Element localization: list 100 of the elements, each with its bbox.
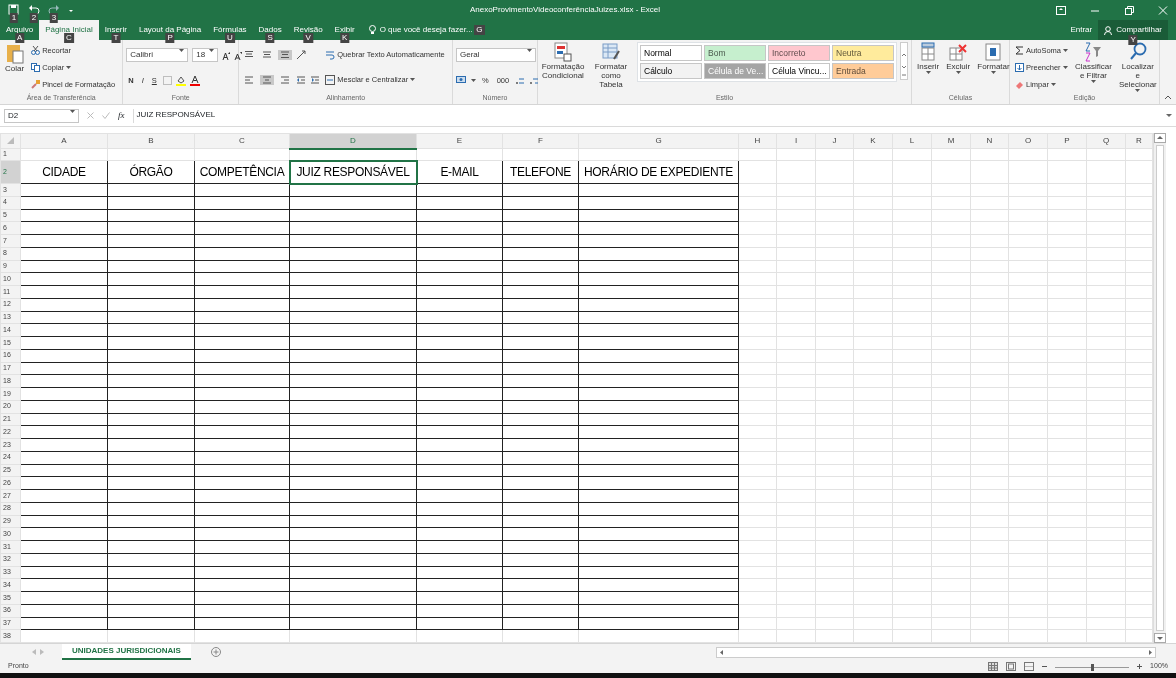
save-icon[interactable] bbox=[8, 4, 20, 16]
font-size-field[interactable]: 18 bbox=[192, 48, 219, 63]
fill-color-icon[interactable] bbox=[175, 75, 186, 86]
header-cell: CIDADE bbox=[20, 160, 108, 184]
align-center-button[interactable] bbox=[260, 75, 275, 86]
shrink-font-icon[interactable] bbox=[234, 50, 243, 60]
cell-style-item[interactable]: Célula Vincu... bbox=[768, 63, 830, 79]
window-title: AnexoProvimentoVideoconferênciaJuizes.xlsx - Excel bbox=[468, 4, 662, 16]
scroll-down-icon[interactable] bbox=[1154, 633, 1166, 643]
conditional-formatting-button[interactable]: Formatação Condicional bbox=[541, 42, 585, 93]
vertical-scrollbar[interactable] bbox=[1153, 133, 1166, 643]
number-format-field[interactable]: Geral bbox=[456, 48, 536, 63]
ribbon-options-icon[interactable] bbox=[1056, 5, 1066, 15]
header-cell: HORÁRIO DE EXPEDIENTE bbox=[578, 160, 739, 184]
expand-formula-icon[interactable] bbox=[1166, 113, 1172, 118]
zoom-out-icon[interactable] bbox=[1042, 665, 1048, 668]
insert-cells-button[interactable]: Inserir bbox=[915, 42, 942, 93]
align-bottom-button[interactable] bbox=[278, 49, 293, 60]
column-header[interactable]: B bbox=[107, 133, 195, 149]
caret-icon bbox=[955, 71, 961, 75]
caret-icon bbox=[410, 78, 416, 83]
page-break-icon[interactable] bbox=[1024, 662, 1035, 671]
header-cell: ÓRGÃO bbox=[107, 160, 195, 184]
zoom-in-icon[interactable] bbox=[1137, 664, 1143, 669]
find-select-button[interactable]: Localizar e Selecionar bbox=[1116, 42, 1159, 93]
cell-style-item[interactable]: Cálculo bbox=[640, 63, 702, 79]
wrap-text-icon bbox=[325, 49, 336, 60]
format-as-table-button[interactable]: Formatar como Tabela bbox=[588, 42, 634, 93]
search-field[interactable]: O que você deseja fazer... bbox=[379, 24, 473, 36]
grow-font-icon[interactable] bbox=[222, 50, 231, 60]
decrease-decimal-icon[interactable] bbox=[529, 76, 540, 86]
page-layout-icon[interactable] bbox=[1006, 662, 1017, 671]
delete-cells-button[interactable]: Excluir bbox=[944, 42, 973, 93]
cell-style-item[interactable]: Incorreto bbox=[768, 45, 830, 61]
column-header[interactable]: K bbox=[853, 133, 893, 149]
caret-icon bbox=[527, 49, 532, 54]
cell-style-item[interactable]: Normal bbox=[640, 45, 702, 61]
align-icon bbox=[280, 75, 291, 86]
table-format-icon bbox=[602, 42, 620, 62]
gallery-scroll-icon[interactable] bbox=[900, 42, 908, 80]
keytip: G bbox=[474, 25, 485, 35]
restore-icon[interactable] bbox=[1124, 5, 1134, 15]
caret-icon bbox=[1062, 65, 1068, 70]
cell-style-item[interactable]: Neutra bbox=[832, 45, 894, 61]
keytip: T bbox=[111, 33, 121, 43]
keytip: K bbox=[339, 33, 350, 43]
close-icon[interactable] bbox=[1158, 5, 1168, 15]
scroll-thumb[interactable] bbox=[1156, 145, 1164, 631]
column-header[interactable]: I bbox=[776, 133, 816, 149]
column-header[interactable]: Q bbox=[1086, 133, 1126, 149]
redo-icon[interactable] bbox=[48, 4, 60, 16]
collapse-ribbon-icon[interactable] bbox=[1164, 95, 1172, 100]
keytip: 2 bbox=[29, 13, 39, 23]
normal-view-icon[interactable] bbox=[988, 662, 999, 671]
eraser-icon bbox=[1015, 80, 1024, 89]
font-name-field[interactable]: Calibri bbox=[126, 48, 189, 63]
header-cell: JUIZ RESPONSÁVEL bbox=[289, 160, 417, 184]
scroll-up-icon[interactable] bbox=[1154, 133, 1166, 143]
paste-button[interactable]: Colar bbox=[3, 42, 27, 93]
column-header[interactable]: R bbox=[1125, 133, 1153, 149]
currency-icon[interactable] bbox=[456, 76, 467, 86]
caret-icon bbox=[1063, 48, 1069, 53]
sign-in-link[interactable]: Entrar bbox=[1064, 20, 1099, 40]
orientation-icon[interactable] bbox=[296, 49, 307, 60]
font-color-icon[interactable] bbox=[189, 75, 200, 86]
column-header[interactable]: A bbox=[20, 133, 108, 149]
column-header[interactable]: O bbox=[1008, 133, 1048, 149]
column-header[interactable]: J bbox=[815, 133, 854, 149]
column-header[interactable]: H bbox=[738, 133, 777, 149]
caret-icon bbox=[925, 71, 931, 75]
column-header[interactable]: G bbox=[578, 133, 739, 149]
insert-function-button[interactable]: fx bbox=[118, 108, 125, 123]
name-box[interactable]: D2 bbox=[4, 108, 79, 123]
caret-icon bbox=[471, 78, 476, 83]
sigma-icon bbox=[1015, 46, 1024, 55]
keytip: V bbox=[303, 33, 313, 43]
sort-filter-button[interactable]: Classificar e Filtrar bbox=[1073, 42, 1114, 93]
column-header[interactable]: D bbox=[289, 133, 417, 149]
column-header[interactable]: L bbox=[892, 133, 932, 149]
cell-style-item[interactable]: Bom bbox=[704, 45, 766, 61]
keytip: C bbox=[64, 33, 74, 43]
header-cell: E-MAIL bbox=[416, 160, 503, 184]
column-header[interactable]: E bbox=[416, 133, 503, 149]
cell-style-item[interactable]: Entrada bbox=[832, 63, 894, 79]
column-header[interactable]: N bbox=[970, 133, 1009, 149]
increase-decimal-icon[interactable] bbox=[515, 76, 526, 86]
brush-icon bbox=[31, 80, 41, 89]
add-sheet-icon[interactable] bbox=[210, 647, 221, 657]
column-header[interactable]: P bbox=[1047, 133, 1087, 149]
sheet-tab[interactable]: UNIDADES JURISDICIONAIS bbox=[62, 644, 191, 660]
column-header[interactable]: C bbox=[194, 133, 290, 149]
column-header[interactable]: F bbox=[502, 133, 579, 149]
horizontal-scrollbar[interactable] bbox=[716, 646, 1156, 658]
column-header[interactable]: M bbox=[931, 133, 971, 149]
caret-icon bbox=[1050, 82, 1056, 87]
keytip: 1 bbox=[9, 13, 19, 23]
keytip: Y bbox=[1128, 35, 1138, 45]
format-cells-button[interactable]: Formatar bbox=[975, 42, 1012, 93]
align-icon bbox=[244, 51, 255, 59]
zoom-slider-thumb[interactable] bbox=[1090, 664, 1094, 671]
